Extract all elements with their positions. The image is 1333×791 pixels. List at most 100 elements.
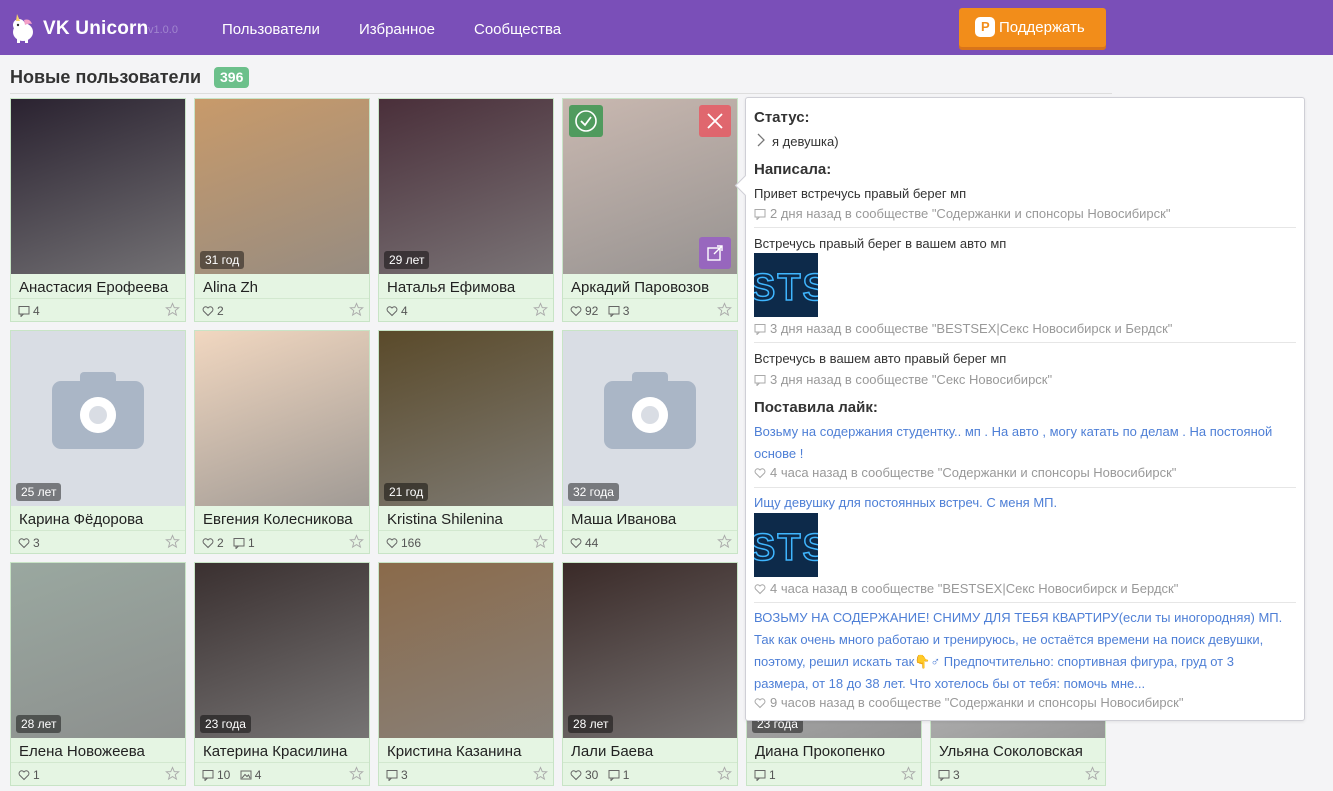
favorite-star-icon[interactable]	[533, 766, 548, 781]
comment-icon[interactable]	[938, 769, 950, 781]
user-name[interactable]: Ульяна Соколовская	[939, 743, 1083, 760]
user-photo[interactable]: 29 лет	[379, 99, 553, 274]
user-photo[interactable]: 32 года	[563, 331, 737, 506]
user-card[interactable]: 25 лет Карина Фёдорова 3	[10, 330, 186, 554]
comment-icon[interactable]	[233, 537, 245, 549]
age-badge: 28 лет	[16, 715, 62, 733]
user-card[interactable]: 28 лет Елена Новожеева 1	[10, 562, 186, 786]
reject-button[interactable]	[699, 105, 731, 137]
user-photo[interactable]: 21 год	[379, 331, 553, 506]
wrote-heading: Написала:	[754, 161, 832, 178]
user-photo[interactable]: 28 лет	[11, 563, 185, 738]
card-stats: 30 1	[570, 768, 636, 782]
user-card[interactable]: 32 года Маша Иванова 44	[562, 330, 738, 554]
favorite-star-icon[interactable]	[717, 534, 732, 549]
approve-button[interactable]	[569, 105, 603, 137]
liked-post-image[interactable]	[754, 513, 818, 577]
user-card[interactable]: Аркадий Паровозов 92 3	[562, 98, 738, 322]
card-stats: 44	[570, 536, 605, 550]
user-card[interactable]: 23 года Катерина Красилина 10 4	[194, 562, 370, 786]
liked-meta-text: 4 часа назад в сообществе "Содержанки и …	[770, 465, 1177, 480]
user-photo[interactable]: 28 лет	[563, 563, 737, 738]
user-name[interactable]: Карина Фёдорова	[19, 511, 143, 528]
liked-post-link[interactable]: ВОЗЬМУ НА СОДЕРЖАНИЕ! СНИМУ ДЛЯ ТЕБЯ КВА…	[754, 607, 1284, 695]
post-text: Встречусь в вашем авто правый берег мп	[754, 351, 1007, 366]
user-card[interactable]: Кристина Казанина 3	[378, 562, 554, 786]
status-heading: Статус:	[754, 109, 810, 126]
favorite-star-icon[interactable]	[165, 302, 180, 317]
comments-count: 3	[401, 768, 408, 782]
heart-icon[interactable]	[202, 305, 214, 317]
user-photo[interactable]: 31 год	[195, 99, 369, 274]
comment-icon[interactable]	[608, 769, 620, 781]
heart-icon[interactable]	[570, 305, 582, 317]
favorite-star-icon[interactable]	[533, 302, 548, 317]
user-photo[interactable]	[195, 331, 369, 506]
favorite-star-icon[interactable]	[165, 766, 180, 781]
favorite-star-icon[interactable]	[717, 302, 732, 317]
card-stats: 2	[202, 304, 230, 318]
user-photo[interactable]	[563, 99, 737, 274]
liked-post-link[interactable]: Ищу девушку для постоянных встреч. С мен…	[754, 492, 1294, 514]
user-card[interactable]: 28 лет Лали Баева 30 1	[562, 562, 738, 786]
user-name[interactable]: Анастасия Ерофеева	[19, 279, 168, 296]
favorite-star-icon[interactable]	[533, 534, 548, 549]
photo-icon[interactable]	[240, 769, 252, 781]
user-card[interactable]: 21 год Kristina Shilenina 166	[378, 330, 554, 554]
divider	[754, 227, 1296, 228]
user-card[interactable]: Евгения Колесникова 2 1	[194, 330, 370, 554]
top-navbar: VK Unicorn v1.0.0 Пользователи Избранное…	[0, 0, 1333, 55]
user-card[interactable]: 31 год Alina Zh 2	[194, 98, 370, 322]
comment-icon[interactable]	[18, 305, 30, 317]
comment-icon[interactable]	[754, 769, 766, 781]
status-text: я девушка)	[772, 134, 839, 149]
user-card[interactable]: Анастасия Ерофеева 4	[10, 98, 186, 322]
favorite-star-icon[interactable]	[1085, 766, 1100, 781]
user-name[interactable]: Кристина Казанина	[387, 743, 521, 760]
favorite-star-icon[interactable]	[901, 766, 916, 781]
post-image[interactable]	[754, 253, 818, 317]
heart-icon[interactable]	[386, 305, 398, 317]
open-profile-button[interactable]	[699, 237, 731, 269]
app-brand[interactable]: VK Unicorn	[43, 18, 148, 40]
favorite-star-icon[interactable]	[349, 302, 364, 317]
user-name[interactable]: Alina Zh	[203, 279, 258, 296]
user-name[interactable]: Маша Иванова	[571, 511, 676, 528]
user-name[interactable]: Диана Прокопенко	[755, 743, 885, 760]
heart-icon[interactable]	[18, 537, 30, 549]
user-photo[interactable]	[11, 99, 185, 274]
user-name[interactable]: Kristina Shilenina	[387, 511, 503, 528]
user-photo[interactable]: 25 лет	[11, 331, 185, 506]
nav-favorites[interactable]: Избранное	[359, 21, 435, 38]
favorite-star-icon[interactable]	[349, 766, 364, 781]
unicorn-logo-icon[interactable]	[8, 12, 38, 44]
user-photo[interactable]: 23 года	[195, 563, 369, 738]
user-photo[interactable]	[379, 563, 553, 738]
user-name[interactable]: Елена Новожеева	[19, 743, 145, 760]
liked-post-link[interactable]: Возьму на содержания студентку.. мп . На…	[754, 421, 1294, 465]
favorite-star-icon[interactable]	[717, 766, 732, 781]
nav-users[interactable]: Пользователи	[222, 21, 320, 38]
donate-button[interactable]: Поддержать	[959, 8, 1106, 47]
user-name[interactable]: Катерина Красилина	[203, 743, 347, 760]
comment-icon[interactable]	[386, 769, 398, 781]
heart-icon[interactable]	[570, 537, 582, 549]
camera-placeholder-icon	[52, 372, 144, 449]
heart-icon[interactable]	[18, 769, 30, 781]
user-name[interactable]: Евгения Колесникова	[203, 511, 353, 528]
favorite-star-icon[interactable]	[165, 534, 180, 549]
user-card[interactable]: 29 лет Наталья Ефимова 4	[378, 98, 554, 322]
favorite-star-icon[interactable]	[349, 534, 364, 549]
nav-communities[interactable]: Сообщества	[474, 21, 561, 38]
photos-count: 4	[254, 768, 262, 782]
card-divider	[379, 298, 553, 299]
heart-icon[interactable]	[570, 769, 582, 781]
user-name[interactable]: Наталья Ефимова	[387, 279, 515, 296]
user-name[interactable]: Лали Баева	[571, 743, 653, 760]
comment-icon[interactable]	[608, 305, 620, 317]
heart-icon[interactable]	[202, 537, 214, 549]
card-stats: 3	[386, 768, 414, 782]
heart-icon[interactable]	[386, 537, 398, 549]
comment-icon[interactable]	[202, 769, 214, 781]
user-name[interactable]: Аркадий Паровозов	[571, 279, 709, 296]
